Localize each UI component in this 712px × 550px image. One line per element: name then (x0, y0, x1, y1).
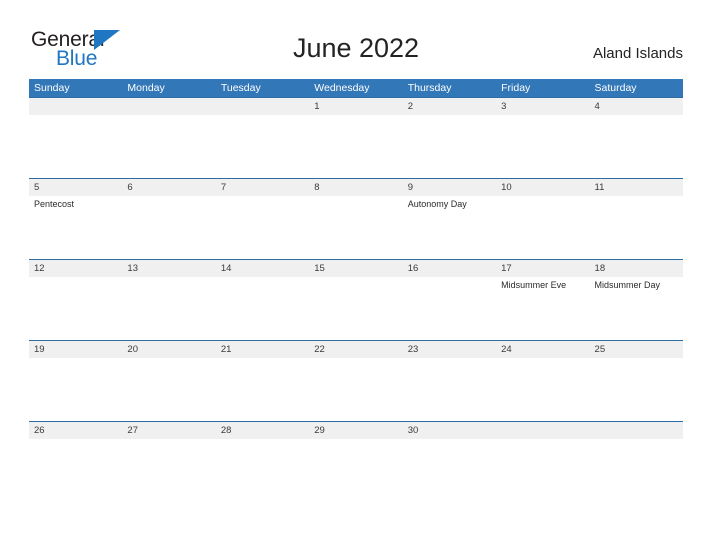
day-number[interactable]: 15 (309, 260, 402, 277)
day-event (403, 439, 496, 501)
day-event (590, 196, 683, 258)
weekday-thursday: Thursday (407, 82, 452, 94)
day-event (122, 439, 215, 501)
day-number[interactable]: 16 (403, 260, 496, 277)
day-event (216, 358, 309, 420)
day-number[interactable]: 20 (122, 341, 215, 358)
day-number[interactable]: 3 (496, 98, 589, 115)
day-event (122, 358, 215, 420)
day-event (309, 439, 402, 501)
day-number[interactable]: 5 (29, 179, 122, 196)
week-date-band: 12 13 14 15 16 17 18 (29, 260, 683, 277)
day-event (590, 358, 683, 420)
day-event (216, 115, 309, 177)
week-date-band: 5 6 7 8 9 10 11 (29, 179, 683, 196)
day-event (403, 277, 496, 339)
day-number[interactable] (29, 98, 122, 115)
weekday-saturday: Saturday (594, 82, 637, 94)
day-event (403, 358, 496, 420)
day-event: Pentecost (34, 199, 75, 209)
week-row: 26 27 28 29 30 (29, 421, 683, 502)
day-event (309, 115, 402, 177)
day-event (309, 277, 402, 339)
day-event (403, 115, 496, 177)
day-event (122, 115, 215, 177)
day-event (496, 358, 589, 420)
day-number[interactable]: 25 (590, 341, 683, 358)
day-event (29, 358, 122, 420)
day-number[interactable]: 11 (590, 179, 683, 196)
day-event (496, 115, 589, 177)
calendar-page: General Blue June 2022 Aland Islands Sun… (0, 0, 712, 550)
week-event-band (29, 358, 683, 420)
day-event (216, 439, 309, 501)
day-number[interactable]: 30 (403, 422, 496, 439)
day-number[interactable]: 28 (216, 422, 309, 439)
day-event (29, 277, 122, 339)
day-event (309, 358, 402, 420)
day-event (122, 196, 215, 258)
locale-label: Aland Islands (592, 45, 683, 62)
day-number[interactable]: 8 (309, 179, 402, 196)
day-event: Autonomy Day (407, 199, 467, 209)
day-number[interactable]: 12 (29, 260, 122, 277)
week-event-band: Midsummer Eve Midsummer Day (29, 277, 683, 339)
day-number[interactable]: 4 (590, 98, 683, 115)
week-event-band (29, 115, 683, 177)
day-number[interactable]: 24 (496, 341, 589, 358)
day-number[interactable]: 26 (29, 422, 122, 439)
page-header: General Blue June 2022 Aland Islands (0, 0, 712, 76)
week-row: 1 2 3 4 (29, 97, 683, 178)
week-row: 5 6 7 8 9 10 11 Pentecost Autonomy Day (29, 178, 683, 259)
day-number[interactable]: 6 (122, 179, 215, 196)
day-event (496, 196, 589, 258)
day-number[interactable]: 1 (309, 98, 402, 115)
day-number[interactable]: 18 (590, 260, 683, 277)
day-number[interactable] (122, 98, 215, 115)
day-number[interactable]: 27 (122, 422, 215, 439)
day-number[interactable]: 19 (29, 341, 122, 358)
weekday-header-row: Sunday Monday Tuesday Wednesday Thursday… (29, 79, 683, 97)
day-number[interactable]: 14 (216, 260, 309, 277)
week-event-band: Pentecost Autonomy Day (29, 196, 683, 258)
day-event (216, 196, 309, 258)
week-event-band (29, 439, 683, 501)
day-event (590, 439, 683, 501)
weekday-wednesday: Wednesday (314, 82, 370, 94)
day-event (122, 277, 215, 339)
day-number[interactable]: 9 (403, 179, 496, 196)
day-number[interactable]: 2 (403, 98, 496, 115)
day-number[interactable]: 22 (309, 341, 402, 358)
week-row: 12 13 14 15 16 17 18 Midsummer Eve Midsu… (29, 259, 683, 340)
week-date-band: 26 27 28 29 30 (29, 422, 683, 439)
weekday-monday: Monday (127, 82, 165, 94)
week-date-band: 19 20 21 22 23 24 25 (29, 341, 683, 358)
day-event (590, 115, 683, 177)
day-event (29, 115, 122, 177)
day-number[interactable]: 7 (216, 179, 309, 196)
week-row: 19 20 21 22 23 24 25 (29, 340, 683, 421)
day-event (216, 277, 309, 339)
day-event (496, 439, 589, 501)
day-number[interactable]: 10 (496, 179, 589, 196)
day-event: Midsummer Eve (501, 280, 567, 290)
day-number[interactable]: 17 (496, 260, 589, 277)
day-number[interactable]: 23 (403, 341, 496, 358)
day-number[interactable]: 29 (309, 422, 402, 439)
day-event (309, 196, 402, 258)
day-number[interactable] (496, 422, 589, 439)
week-date-band: 1 2 3 4 (29, 98, 683, 115)
day-number[interactable] (216, 98, 309, 115)
day-event: Midsummer Day (594, 280, 661, 290)
weekday-tuesday: Tuesday (220, 82, 261, 94)
day-number[interactable] (590, 422, 683, 439)
day-number[interactable]: 21 (216, 341, 309, 358)
weekday-friday: Friday (501, 82, 531, 94)
calendar-grid: Sunday Monday Tuesday Wednesday Thursday… (29, 79, 683, 502)
day-event (29, 439, 122, 501)
day-number[interactable]: 13 (122, 260, 215, 277)
weekday-sunday: Sunday (34, 82, 70, 94)
